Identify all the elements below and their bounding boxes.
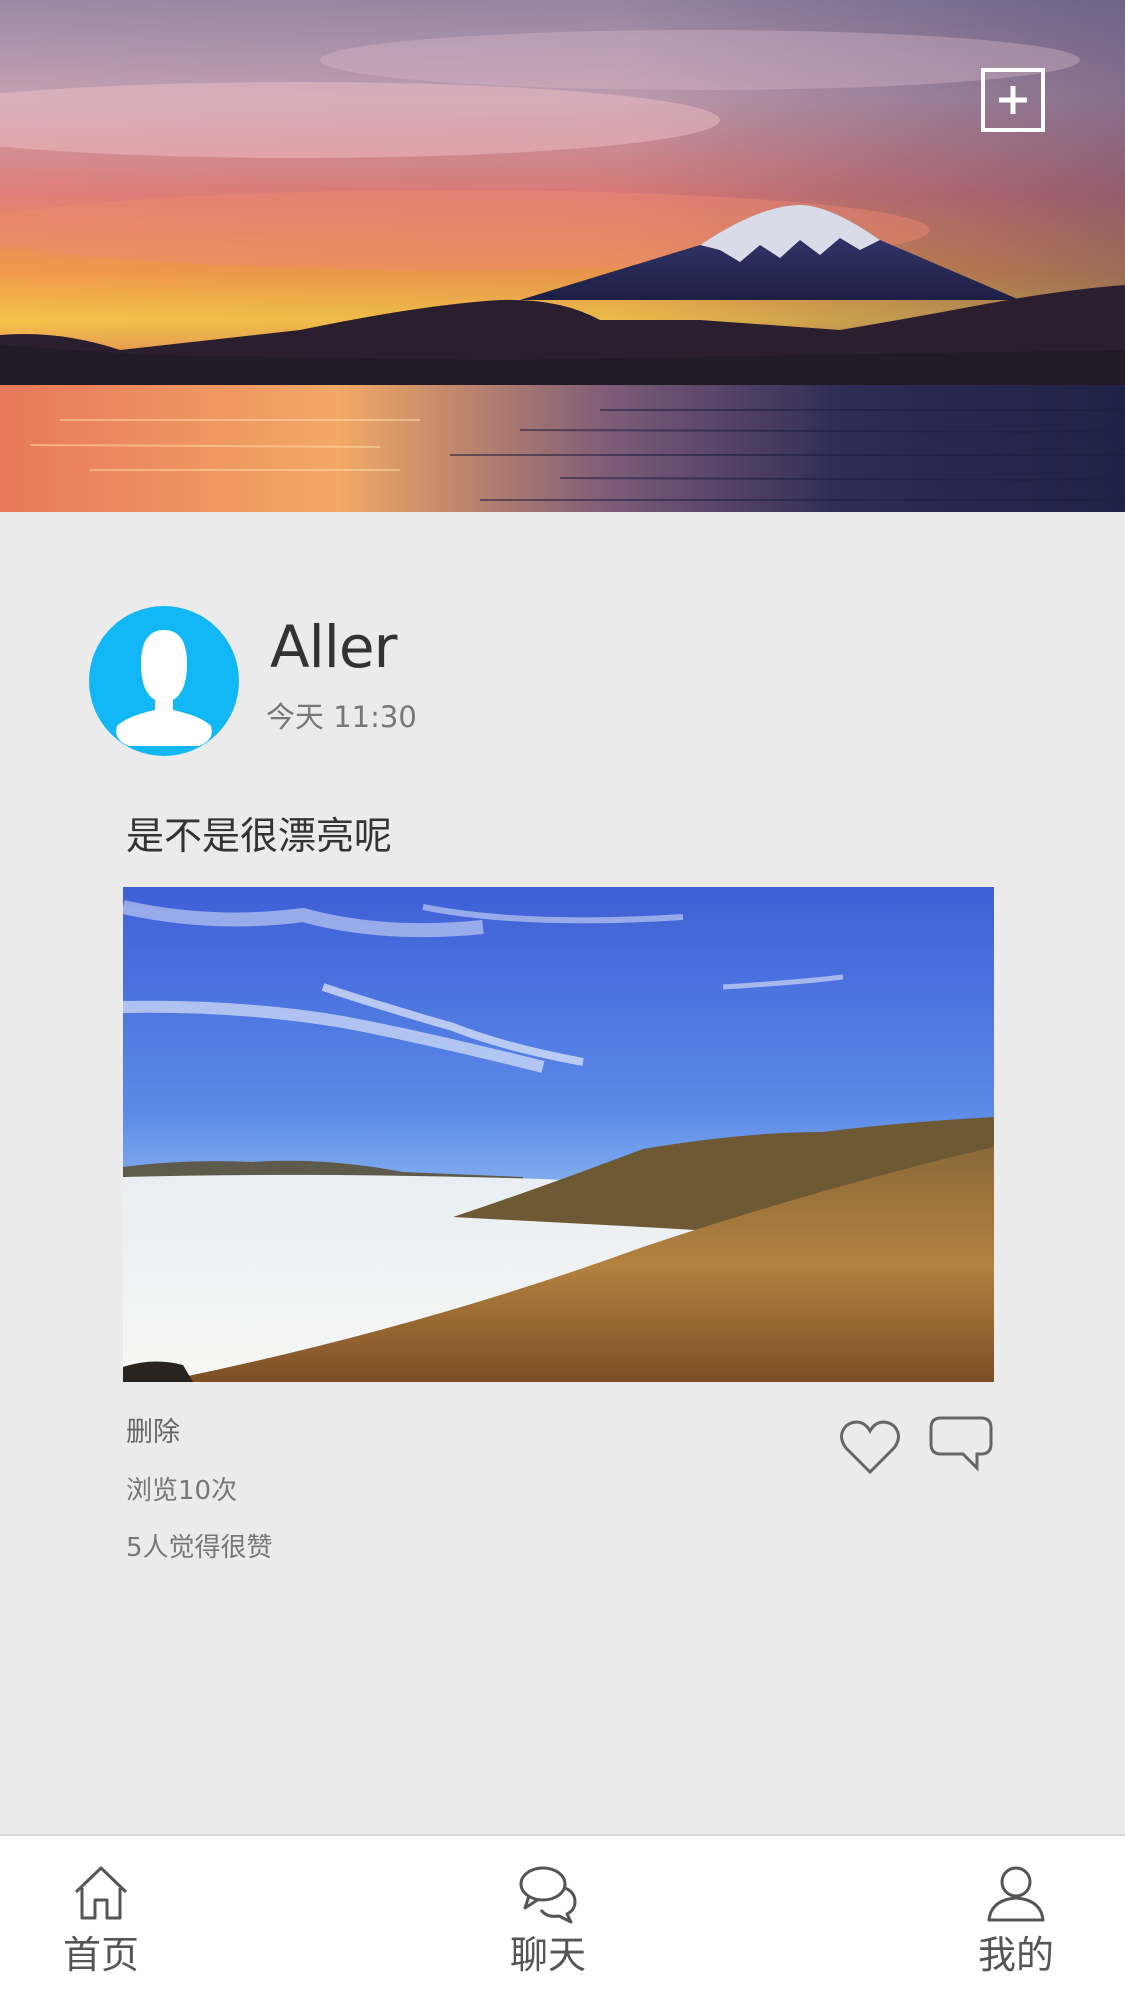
- tab-chat-label: 聊天: [509, 1933, 586, 1977]
- like-count: 5人觉得很赞: [126, 1533, 273, 1563]
- tab-mine-label: 我的: [977, 1933, 1054, 1977]
- add-post-button[interactable]: [981, 68, 1045, 132]
- post-username[interactable]: Aller: [270, 618, 397, 676]
- delete-button[interactable]: 删除: [126, 1419, 180, 1446]
- view-count: 浏览10次: [126, 1476, 238, 1506]
- speech-bubble-icon: [929, 1416, 993, 1472]
- cover-image: [0, 0, 1125, 512]
- app-screen: Aller 今天 11:30 是不是很漂亮呢 删除 浏览10次 5人觉得很赞 首…: [0, 0, 1125, 2001]
- tab-chat[interactable]: 聊天: [468, 1836, 628, 2001]
- user-avatar[interactable]: [89, 606, 239, 756]
- tab-mine[interactable]: 我的: [936, 1836, 1096, 2001]
- home-icon: [70, 1862, 132, 1924]
- heart-outline-icon: [840, 1420, 900, 1475]
- user-icon: [985, 1862, 1047, 1924]
- tab-home[interactable]: 首页: [21, 1836, 181, 2001]
- default-user-avatar-icon: [116, 630, 212, 746]
- comment-button[interactable]: [929, 1414, 993, 1472]
- post-time: 今天 11:30: [266, 700, 417, 734]
- tab-home-label: 首页: [62, 1933, 139, 1977]
- post-text: 是不是很漂亮呢: [126, 814, 393, 858]
- like-button[interactable]: [838, 1418, 902, 1476]
- post-image[interactable]: [123, 887, 994, 1382]
- bottom-tab-bar: 首页 聊天 我的: [0, 1834, 1125, 2001]
- plus-icon: [999, 86, 1027, 114]
- chat-bubbles-icon: [517, 1862, 579, 1924]
